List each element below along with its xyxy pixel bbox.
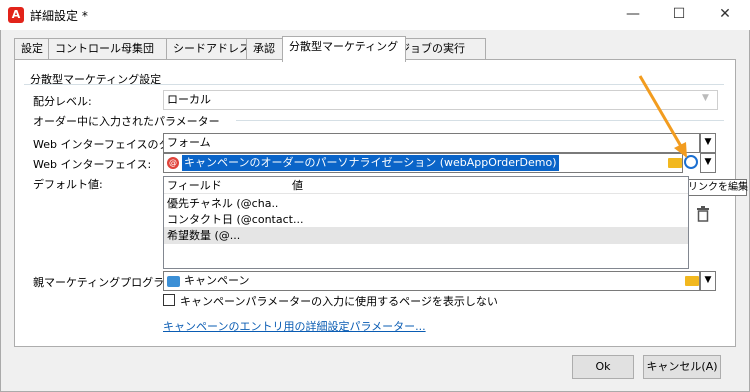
hide-page-checkbox-label: キャンペーンパラメーターの入力に使用するページを表示しない [180,295,498,308]
close-button[interactable]: ✕ [702,0,748,30]
web-type-field[interactable]: フォーム [163,133,700,153]
table-row[interactable]: 希望数量 (@... [164,227,688,244]
table-row[interactable]: コンタクト日 (@contact... [164,211,688,228]
folder-icon[interactable] [685,276,699,286]
chevron-down-icon: ▼ [704,275,712,285]
window-title: 詳細設定 * [30,9,88,23]
distribution-level-label: 配分レベル: [33,95,92,108]
chevron-down-icon: ▼ [704,137,712,147]
web-interface-value: キャンペーンのオーダーのパーソナライゼーション (webAppOrderDemo… [182,155,559,171]
title-bar: A 詳細設定 * — ☐ ✕ [0,0,750,30]
table-row[interactable]: 優先チャネル (@cha.. [164,195,688,212]
trash-icon[interactable] [696,206,710,222]
parent-program-field[interactable]: キャンペーン [163,271,700,291]
web-interface-label: Web インターフェイス: [33,158,152,171]
default-values-grid[interactable]: フィールド 値 優先チャネル (@cha.. コンタクト日 (@contact.… [163,176,689,269]
advanced-parameters-link[interactable]: キャンペーンのエントリ用の詳細設定パラメーター... [163,318,426,334]
hide-page-checkbox[interactable] [163,294,175,306]
arrow-shaft [638,75,684,149]
tab-distributed-marketing[interactable]: 分散型マーケティング [282,36,406,62]
grid-header-value[interactable]: 値 [292,177,303,194]
parent-program-label: 親マーケティングプログラム: [33,276,179,289]
chevron-down-icon: ▼ [702,93,709,103]
web-interface-field[interactable]: @ キャンペーンのオーダーのパーソナライゼーション (webAppOrderDe… [163,153,683,173]
cancel-button[interactable]: キャンセル(A) [643,355,721,379]
parent-program-value: キャンペーン [184,274,250,287]
edit-link-tooltip: リンクを編集 [687,179,748,196]
order-params-title: オーダー中に入力されたパラメーター [33,115,220,128]
default-values-label: デフォルト値: [33,178,103,191]
annotation-arrow [638,75,687,158]
web-app-icon: @ [167,157,179,169]
web-type-dropdown-button[interactable]: ▼ [700,133,716,153]
parent-program-dropdown-button[interactable]: ▼ [700,271,716,291]
tab-job-execution[interactable]: ジョブの実行 [392,38,486,61]
grid-header-field[interactable]: フィールド [167,177,222,194]
grid-header-row: フィールド 値 [164,177,688,194]
chevron-down-icon: ▼ [704,157,712,167]
tab-control-group[interactable]: コントロール母集団 [48,38,180,61]
minimize-button[interactable]: — [610,0,656,30]
maximize-button[interactable]: ☐ [656,0,702,30]
app-logo-icon: A [8,7,24,23]
web-interface-dropdown-button[interactable]: ▼ [700,153,716,173]
ok-button[interactable]: Ok [572,355,634,379]
section-divider [24,84,724,85]
campaign-icon [167,276,180,287]
